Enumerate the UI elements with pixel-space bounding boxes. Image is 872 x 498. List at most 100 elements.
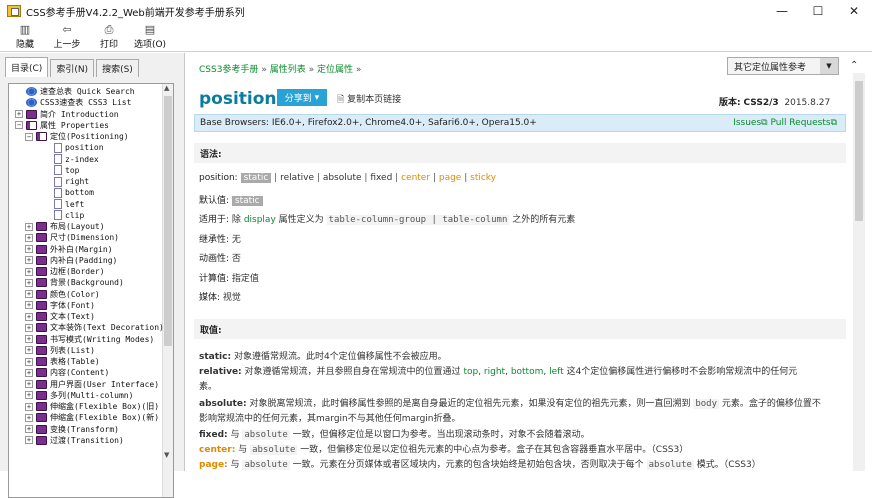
expand-icon[interactable]: +: [25, 357, 33, 366]
tree-item[interactable]: bottom: [43, 187, 94, 198]
right-link[interactable]: right: [484, 367, 505, 377]
chevron-down-icon[interactable]: ▼: [820, 58, 838, 74]
expand-icon[interactable]: +: [25, 267, 33, 276]
applies-code: table-column-group | table-column: [326, 215, 510, 225]
book-icon: [36, 312, 47, 321]
hide-button[interactable]: ▥ 隐藏: [10, 24, 40, 51]
tab-index[interactable]: 索引(N): [50, 59, 95, 77]
expand-icon[interactable]: +: [25, 233, 33, 242]
expand-icon[interactable]: +: [25, 380, 33, 388]
expand-icon[interactable]: +: [25, 391, 33, 400]
collapse-icon[interactable]: −: [15, 121, 23, 130]
expand-icon[interactable]: +: [25, 301, 33, 310]
breadcrumb-separator: »: [355, 65, 362, 75]
expand-icon[interactable]: +: [25, 368, 33, 377]
tree-item[interactable]: right: [43, 176, 89, 187]
related-properties-select[interactable]: 其它定位属性参考 ▼: [727, 57, 839, 75]
display-link[interactable]: display: [244, 215, 276, 225]
expand-icon[interactable]: +: [25, 335, 33, 343]
tree-item[interactable]: − 属性 Properties: [15, 120, 109, 131]
tree-scroll-thumb[interactable]: [164, 96, 172, 346]
bottom-link[interactable]: bottom: [511, 367, 544, 377]
expand-icon[interactable]: +: [25, 290, 33, 298]
tree-item[interactable]: + 内容(Content): [25, 367, 109, 378]
pull-requests-link[interactable]: Pull Requests: [770, 118, 830, 128]
tree-item[interactable]: + 伸缩盒(Flexible Box)(旧): [25, 401, 159, 412]
close-button[interactable]: ✕: [836, 0, 872, 22]
tree-item[interactable]: + 伸缩盒(Flexible Box)(新): [25, 412, 159, 423]
expand-icon[interactable]: +: [25, 245, 33, 253]
tree-item[interactable]: + 颜色(Color): [25, 289, 100, 300]
tab-contents[interactable]: 目录(C): [5, 57, 49, 77]
tree-item[interactable]: + 字体(Font): [25, 300, 95, 311]
minimize-button[interactable]: —: [764, 0, 800, 22]
content-scrollbar[interactable]: [853, 73, 865, 471]
tree-item[interactable]: CSS3速查表 CSS3 List: [15, 97, 131, 108]
tree-item[interactable]: + 变换(Transform): [25, 424, 119, 435]
tree-item[interactable]: + 表格(Table): [25, 356, 100, 367]
value-center[interactable]: center: [401, 173, 430, 183]
print-button[interactable]: ⎙ 打印: [94, 24, 124, 51]
value-sticky[interactable]: sticky: [470, 173, 496, 183]
tree-item[interactable]: + 多列(Multi-column): [25, 390, 133, 401]
expand-icon[interactable]: +: [25, 346, 33, 355]
tree-item[interactable]: + 列表(List): [25, 345, 95, 356]
copy-link-button[interactable]: 🗎 复制本页链接: [337, 92, 401, 108]
left-link[interactable]: left: [549, 367, 564, 377]
maximize-button[interactable]: ☐: [800, 0, 836, 22]
collapse-icon[interactable]: −: [25, 132, 33, 141]
content-scroll-thumb[interactable]: [855, 81, 863, 221]
tab-search[interactable]: 搜索(S): [96, 59, 139, 77]
expand-icon[interactable]: +: [25, 402, 33, 411]
tree-item[interactable]: + 外补白(Margin): [25, 244, 113, 255]
tree-item[interactable]: + 布局(Layout): [25, 221, 105, 232]
tree-item[interactable]: + 用户界面(User Interface): [25, 379, 159, 390]
scroll-up-icon[interactable]: ▲: [164, 84, 169, 92]
issues-link[interactable]: Issues: [733, 118, 761, 128]
expand-icon[interactable]: +: [25, 256, 33, 265]
tree-item-label: clip: [65, 210, 85, 220]
tree-item[interactable]: + 简介 Introduction: [15, 109, 119, 120]
tree-scrollbar[interactable]: ▲ ▼: [162, 84, 173, 497]
tree-item[interactable]: + 文本装饰(Text Decoration): [25, 322, 164, 333]
share-button[interactable]: 分享到 ▾: [277, 89, 327, 106]
computed-row: 计算值: 指定值: [199, 271, 259, 284]
tree-item[interactable]: position: [43, 142, 104, 153]
tree-item[interactable]: left: [43, 199, 84, 210]
tree-item[interactable]: + 背景(Background): [25, 277, 124, 288]
expand-icon[interactable]: +: [15, 110, 23, 118]
breadcrumb-link-properties[interactable]: 属性列表: [270, 65, 306, 75]
expand-icon[interactable]: +: [25, 425, 33, 433]
value-static: static: [240, 173, 272, 183]
value-page[interactable]: page: [439, 173, 461, 183]
tree-item[interactable]: + 尺寸(Dimension): [25, 232, 119, 243]
expand-icon[interactable]: +: [25, 436, 33, 445]
expand-icon[interactable]: +: [25, 323, 33, 332]
tree-item[interactable]: − 定位(Positioning): [25, 131, 129, 142]
expand-icon[interactable]: +: [25, 278, 33, 287]
scroll-down-icon[interactable]: ▼: [164, 451, 169, 459]
contents-tree[interactable]: ▲ ▼ 速查总表 Quick Search CSS3速查表 CSS3 List + 简…: [8, 83, 174, 498]
back-button[interactable]: ⇦ 上一步: [50, 24, 84, 51]
tree-item[interactable]: + 边框(Border): [25, 266, 105, 277]
expand-icon[interactable]: +: [25, 222, 33, 231]
tree-item[interactable]: + 文本(Text): [25, 311, 95, 322]
tree-item[interactable]: top: [43, 165, 79, 176]
tree-item[interactable]: + 书写模式(Writing Modes): [25, 334, 154, 345]
tree-item[interactable]: clip: [43, 210, 84, 221]
tree-item[interactable]: + 内补白(Padding): [25, 255, 117, 266]
expand-icon[interactable]: +: [25, 312, 33, 321]
scroll-top-icon[interactable]: ⌃: [850, 60, 858, 71]
options-icon: ▤: [144, 23, 156, 36]
applies-pre: 除: [231, 215, 241, 225]
tree-item[interactable]: 速查总表 Quick Search: [15, 86, 135, 97]
tree-item[interactable]: z-index: [43, 154, 99, 165]
tree-item[interactable]: + 过渡(Transition): [25, 435, 124, 446]
expand-icon[interactable]: +: [25, 413, 33, 422]
relative-text: 对象遵循常规流，并且参照自身在常规流中的位置通过: [244, 367, 461, 377]
top-link[interactable]: top: [463, 367, 478, 377]
breadcrumb-link-manual[interactable]: CSS3参考手册: [199, 65, 258, 75]
absolute-code: body: [693, 399, 720, 409]
breadcrumb-link-positioning[interactable]: 定位属性: [317, 65, 353, 75]
options-button[interactable]: ▤ 选项(O): [132, 23, 168, 51]
